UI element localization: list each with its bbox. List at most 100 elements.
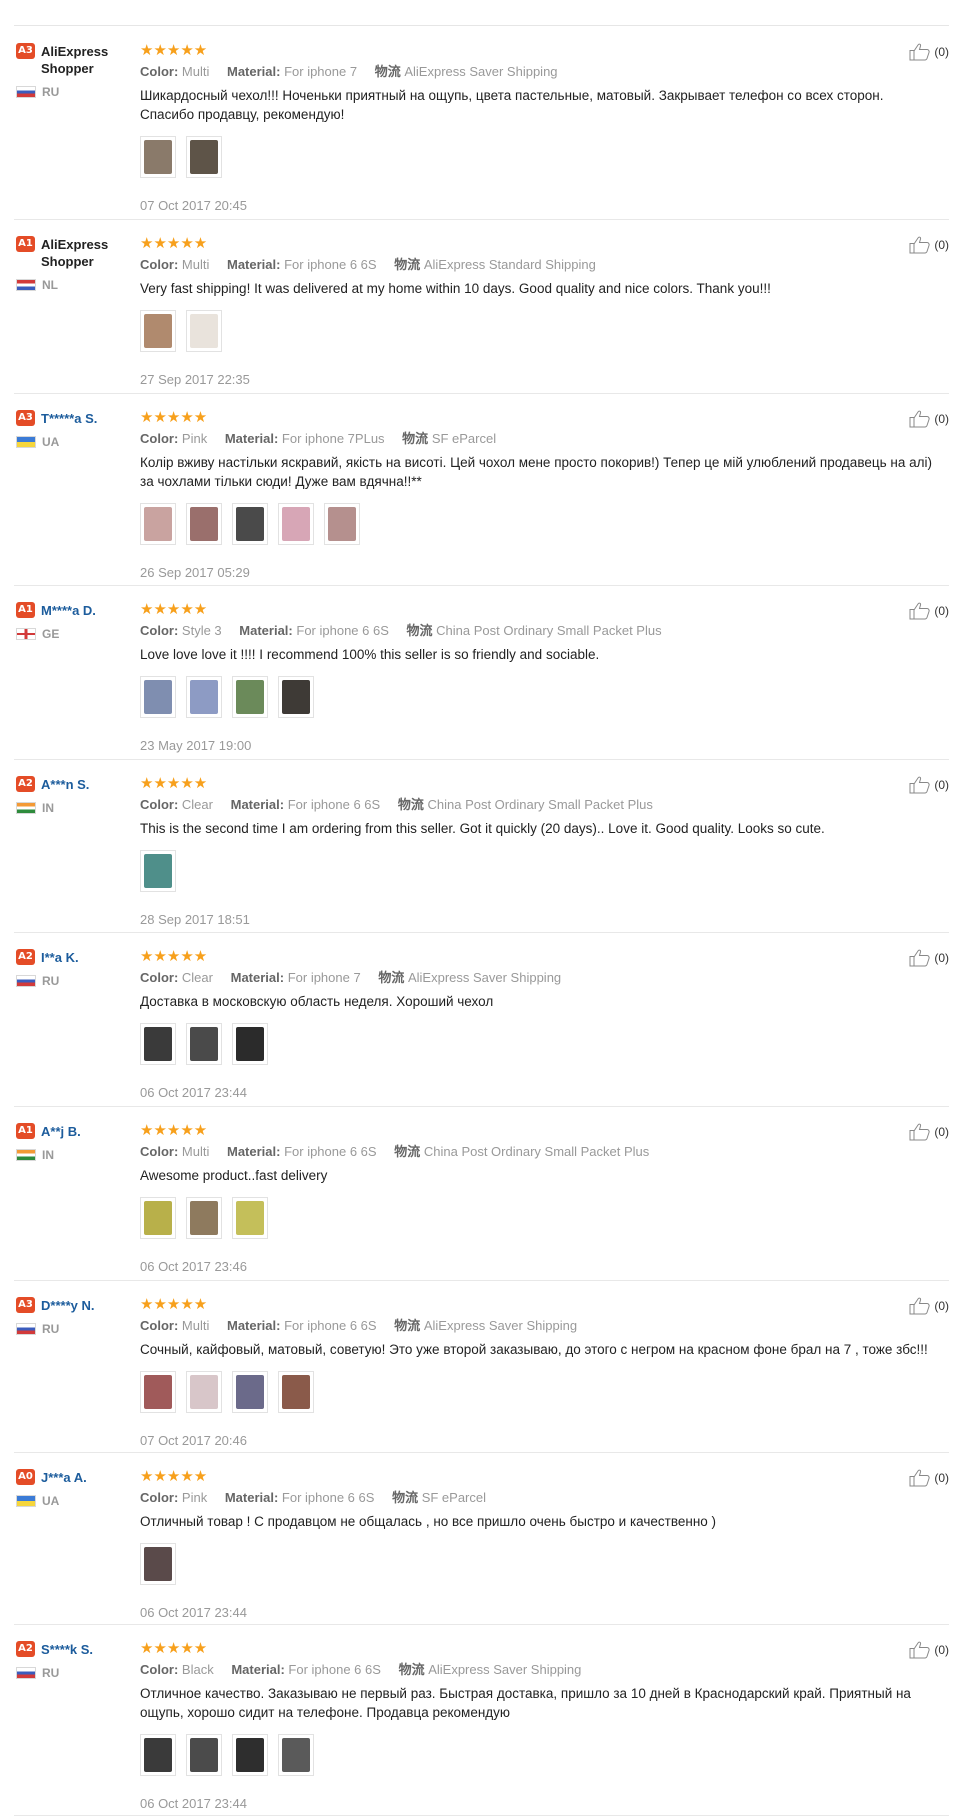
review-photo-thumbnail[interactable] (232, 1023, 268, 1065)
review-photo-thumbnail[interactable] (186, 1734, 222, 1776)
review-photo-thumbnail[interactable] (186, 310, 222, 352)
review-photo (190, 1738, 218, 1772)
reviewer-name[interactable]: M****a D. (41, 602, 96, 619)
reviewer-name[interactable]: S****k S. (41, 1641, 93, 1658)
helpful-count: (0) (934, 238, 949, 252)
country-code: GE (42, 627, 60, 641)
review-item: A0 J***a A. UA ★★★★★ Color: Pink Materia… (14, 1453, 949, 1625)
review-photo-thumbnail[interactable] (186, 136, 222, 178)
buyer-level-badge: A1 (16, 236, 35, 252)
reviewer-name[interactable]: I**a K. (41, 949, 79, 966)
buyer-level-badge: A0 (16, 1469, 35, 1485)
material-value: For iphone 6 6S (296, 623, 389, 638)
material-label: Material: (231, 1662, 285, 1677)
review-photo-thumbnail[interactable] (232, 503, 268, 545)
review-photo-thumbnail[interactable] (140, 503, 176, 545)
reviewer-name[interactable]: A***n S. (41, 776, 89, 793)
helpful-button[interactable]: (0) (909, 1297, 949, 1315)
helpful-button[interactable]: (0) (909, 1469, 949, 1487)
review-photo-thumbnail[interactable] (140, 310, 176, 352)
buyer-level-badge: A2 (16, 1641, 35, 1657)
review-photo (282, 680, 310, 714)
review-photo-thumbnail[interactable] (186, 676, 222, 718)
review-photo-thumbnail[interactable] (140, 1543, 176, 1585)
country-flag-icon (16, 1323, 36, 1335)
material-value: For iphone 6 6S (284, 257, 377, 272)
top-divider (14, 25, 949, 26)
country-code: IN (42, 1148, 54, 1162)
review-photo-thumbnail[interactable] (140, 850, 176, 892)
shipping-label: 物流 (398, 1662, 425, 1677)
helpful-button[interactable]: (0) (909, 602, 949, 620)
country-flag-icon (16, 802, 36, 814)
reviewer-name[interactable]: T*****a S. (41, 410, 97, 427)
review-photo-thumbnail[interactable] (186, 1197, 222, 1239)
shipping-value: China Post Ordinary Small Packet Plus (423, 1144, 650, 1159)
helpful-count: (0) (934, 1299, 949, 1313)
star-rating: ★★★★★ (140, 1467, 208, 1485)
shipping-label: 物流 (394, 1318, 421, 1333)
review-photo-thumbnail[interactable] (278, 503, 314, 545)
review-photo-thumbnail[interactable] (140, 1371, 176, 1413)
reviewer-info: A1 AliExpress Shopper NL (16, 236, 136, 292)
helpful-button[interactable]: (0) (909, 1641, 949, 1659)
review-content: ★★★★★ Color: Clear Material: For iphone … (140, 947, 935, 1100)
reviewer-name[interactable]: A**j B. (41, 1123, 81, 1140)
review-photo-thumbnail[interactable] (186, 1371, 222, 1413)
shipping-value: AliExpress Saver Shipping (407, 970, 562, 985)
review-photos (140, 503, 935, 547)
review-photo-thumbnail[interactable] (324, 503, 360, 545)
review-date: 07 Oct 2017 20:45 (140, 198, 247, 213)
review-photo-thumbnail[interactable] (186, 1023, 222, 1065)
review-photo (144, 1027, 172, 1061)
review-photo-thumbnail[interactable] (278, 1734, 314, 1776)
thumbs-up-icon (909, 43, 930, 61)
material-value: For iphone 7 (284, 64, 358, 79)
helpful-count: (0) (934, 1643, 949, 1657)
review-photo-thumbnail[interactable] (140, 1197, 176, 1239)
country-flag-icon (16, 436, 36, 448)
review-photo-thumbnail[interactable] (186, 503, 222, 545)
helpful-count: (0) (934, 1471, 949, 1485)
helpful-button[interactable]: (0) (909, 1123, 949, 1141)
country-flag-icon (16, 279, 36, 291)
material-label: Material: (226, 64, 281, 79)
star-rating: ★★★★★ (140, 1295, 208, 1313)
review-photo-thumbnail[interactable] (232, 1734, 268, 1776)
review-photo-thumbnail[interactable] (140, 1023, 176, 1065)
reviewer-name[interactable]: J***a A. (41, 1469, 87, 1486)
helpful-button[interactable]: (0) (909, 236, 949, 254)
review-text: Колір вживу настільки яскравий, якість н… (140, 455, 932, 489)
helpful-button[interactable]: (0) (909, 776, 949, 794)
country-flag-icon (16, 1149, 36, 1161)
reviewer-name[interactable]: D****y N. (41, 1297, 94, 1314)
review-photo-thumbnail[interactable] (232, 676, 268, 718)
review-photo-thumbnail[interactable] (232, 1197, 268, 1239)
review-photo-thumbnail[interactable] (278, 1371, 314, 1413)
shipping-label: 物流 (402, 431, 429, 446)
review-photo-thumbnail[interactable] (278, 676, 314, 718)
star-rating: ★★★★★ (140, 600, 208, 618)
helpful-count: (0) (934, 604, 949, 618)
review-photo-thumbnail[interactable] (140, 1734, 176, 1776)
helpful-button[interactable]: (0) (909, 949, 949, 967)
thumbs-up-icon (909, 1469, 930, 1487)
review-content: ★★★★★ Color: Black Material: For iphone … (140, 1639, 935, 1811)
review-text: Love love love it !!!! I recommend 100% … (140, 647, 600, 662)
review-date: 26 Sep 2017 05:29 (140, 565, 250, 580)
review-photo-thumbnail[interactable] (140, 136, 176, 178)
color-value: Pink (181, 431, 208, 446)
review-divider (14, 1815, 949, 1816)
helpful-button[interactable]: (0) (909, 410, 949, 428)
country-flag-icon (16, 86, 36, 98)
helpful-button[interactable]: (0) (909, 43, 949, 61)
material-label: Material: (226, 1144, 281, 1159)
review-photo-thumbnail[interactable] (232, 1371, 268, 1413)
country-code: UA (42, 1494, 60, 1508)
review-photo-thumbnail[interactable] (140, 676, 176, 718)
thumbs-up-icon (909, 236, 930, 254)
review-item: A1 M****a D. GE ★★★★★ Color: Style 3 Mat… (14, 586, 949, 760)
material-value: For iphone 7PLus (281, 431, 385, 446)
helpful-count: (0) (934, 951, 949, 965)
review-photos (140, 310, 935, 354)
